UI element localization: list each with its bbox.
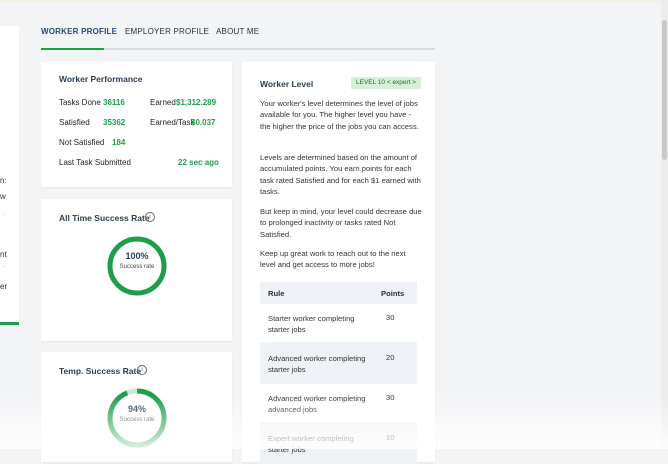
profile-tabs: WORKER PROFILE EMPLOYER PROFILE ABOUT ME [41,20,435,50]
info-icon[interactable]: i [145,212,155,222]
rule-points: 30 [386,313,395,322]
tab-about-me[interactable]: ABOUT ME [216,27,259,36]
sidebar-divider [2,266,5,267]
tasks-done-label: Tasks Done [59,98,101,107]
page-scrollbar[interactable] [661,0,668,449]
sidebar-fragment-a: n: [0,176,7,185]
card-title: Temp. Success Rate [59,366,142,376]
left-sidebar-partial: n: w nt er [0,26,19,325]
level-badge: LEVEL 10 < expert > [351,77,422,89]
rule-points: 10 [386,433,395,442]
sidebar-divider [2,214,5,215]
tasks-done-value: 36116 [103,98,125,107]
rule-text: Starter worker completing starter jobs [268,314,355,334]
level-paragraph: But keep in mind, your level could decre… [260,207,422,239]
table-header: Rule Points [260,282,417,304]
column-header-points: Points [381,289,405,298]
points-rules-table: Rule Points Starter worker completing st… [260,282,417,464]
success-rate-percent: 100% [125,251,149,261]
table-row: Starter worker completing starter jobs 3… [260,304,417,344]
sidebar-fragment-b: w [0,192,6,201]
ring-label: 100% Success rate [107,251,167,270]
scrollbar-thumb[interactable] [662,20,667,160]
level-paragraph: Your worker's level determines the level… [260,99,419,131]
satisfied-label: Satisfied [59,118,90,127]
rule-text: Advanced worker completing starter jobs [268,354,366,374]
sidebar-fragment-d[interactable]: er [0,282,7,291]
top-divider [0,0,668,2]
last-task-label: Last Task Submitted [59,158,131,167]
rule-points: 30 [386,393,395,402]
not-satisfied-value: 184 [112,138,126,147]
active-tab-underline [41,48,104,50]
sidebar-active-indicator [0,322,19,325]
worker-performance-card: Worker Performance Tasks Done 36116 Earn… [41,62,232,187]
card-title: Worker Performance [59,74,143,84]
column-header-rule: Rule [268,289,285,298]
all-time-success-rate-card: All Time Success Rate i 100% Success rat… [41,199,232,341]
temp-success-rate-card: Temp. Success Rate i 94% Success rate [41,352,232,462]
temp-rate-caption: Success rate [119,417,155,423]
table-row: Advanced worker completing starter jobs … [260,344,417,384]
tab-employer-profile[interactable]: EMPLOYER PROFILE [125,27,209,36]
earned-label: Earned [150,98,176,107]
table-row: Expert worker completing starter jobs 10 [260,424,417,464]
level-paragraph: Keep up great work to reach out to the n… [260,249,406,270]
info-icon[interactable]: i [137,365,147,375]
earned-per-task-value: $0.037 [191,118,216,127]
rule-text: Advanced worker completing advanced jobs [268,394,366,414]
earned-value: $1,312.289 [176,98,217,107]
satisfied-value: 35362 [103,118,126,127]
ring-label: 94% Success rate [107,404,167,423]
last-task-value: 22 sec ago [178,158,219,167]
worker-level-card: Worker Level LEVEL 10 < expert > Your wo… [242,62,435,464]
tab-worker-profile[interactable]: WORKER PROFILE [41,27,117,36]
temp-rate-percent: 94% [127,404,146,414]
table-row: Advanced worker completing advanced jobs… [260,384,417,424]
sidebar-fragment-c[interactable]: nt [0,250,7,259]
earned-per-task-label: Earned/Task [150,118,195,127]
card-title: All Time Success Rate [59,213,150,223]
not-satisfied-label: Not Satisfied [59,138,105,147]
success-rate-caption: Success rate [119,264,155,270]
rule-points: 20 [386,353,395,362]
card-title: Worker Level [260,79,314,89]
level-paragraph: Levels are determined based on the amoun… [260,153,421,197]
rule-text: Expert worker completing starter jobs [268,434,354,454]
